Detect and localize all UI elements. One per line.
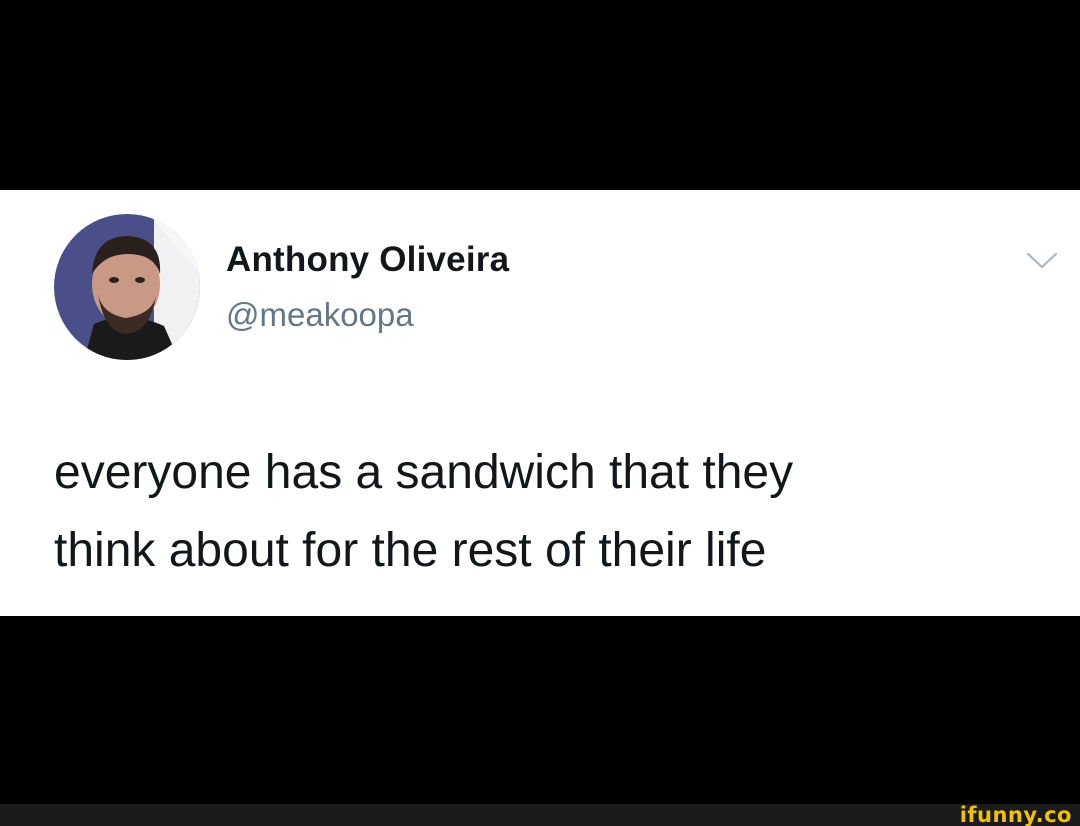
avatar-image [54,214,200,360]
author-handle[interactable]: @meakoopa [226,296,414,334]
tweet-text-line-2: think about for the rest of their life [54,524,767,577]
tweet-text-line-1: everyone has a sandwich that they [54,446,794,499]
chevron-down-icon[interactable] [1024,248,1060,272]
footer-bar: ifunny.co [0,804,1080,826]
meme-page: Anthony Oliveira @meakoopa everyone has … [0,0,1080,826]
avatar[interactable] [54,214,200,360]
tweet-text: everyone has a sandwich that they think … [54,434,1054,590]
author-name[interactable]: Anthony Oliveira [226,240,509,280]
watermark: ifunny.co [959,803,1072,826]
tweet-card: Anthony Oliveira @meakoopa everyone has … [0,190,1080,616]
